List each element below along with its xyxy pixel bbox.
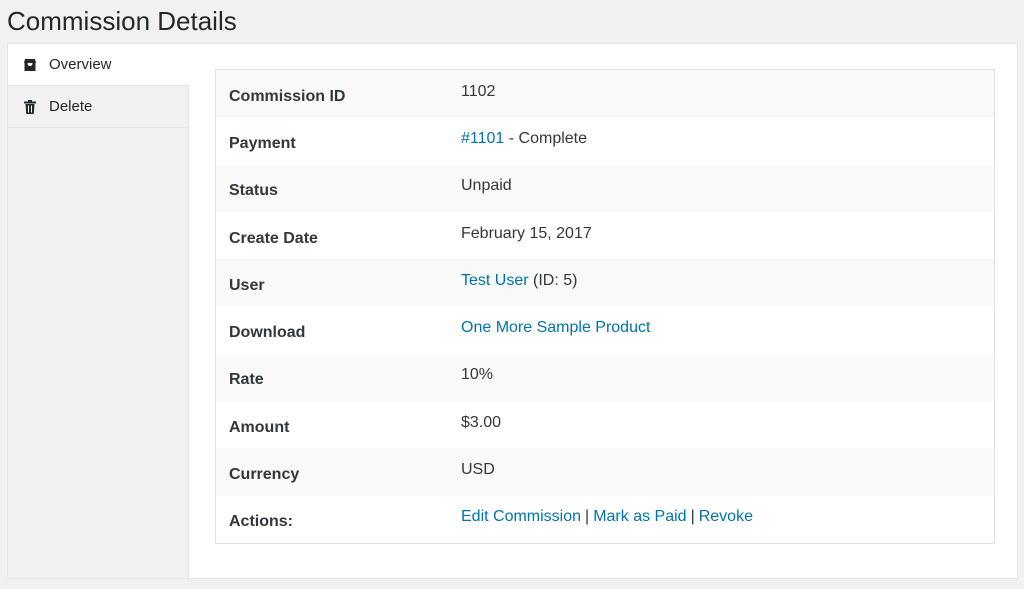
rate-value: 10% xyxy=(461,366,494,384)
revoke-link[interactable]: Revoke xyxy=(699,508,753,525)
trash-icon xyxy=(22,99,38,115)
amount-label: Amount xyxy=(229,418,290,436)
status-label: Status xyxy=(229,182,278,200)
payment-status: - Complete xyxy=(504,129,588,147)
create-date-value: February 15, 2017 xyxy=(461,224,592,242)
table-row: Download One More Sample Product xyxy=(216,306,994,353)
table-row: User Test User (ID: 5) xyxy=(216,259,994,307)
currency-value: USD xyxy=(461,461,495,479)
payment-link[interactable]: #1101 xyxy=(461,130,504,147)
sidebar: Overview Delete xyxy=(8,44,189,578)
table-row: Payment #1101 - Complete xyxy=(216,117,994,164)
currency-label: Currency xyxy=(229,466,300,484)
download-link[interactable]: One More Sample Product xyxy=(461,319,650,336)
commission-id-value: 1102 xyxy=(461,82,496,100)
status-value: Unpaid xyxy=(461,177,512,195)
table-row: Currency USD xyxy=(216,448,994,496)
actions-label: Actions: xyxy=(229,513,293,531)
download-value: One More Sample Product xyxy=(461,306,994,353)
download-label: Download xyxy=(229,324,306,342)
user-label: User xyxy=(229,276,265,294)
amount-value: $3.00 xyxy=(461,413,502,431)
action-separator: | xyxy=(690,508,695,526)
page-title: Commission Details xyxy=(7,6,237,36)
action-separator: | xyxy=(585,508,590,526)
commission-id-label: Commission ID xyxy=(229,87,346,105)
table-row: Status Unpaid xyxy=(216,164,994,212)
mark-as-paid-link[interactable]: Mark as Paid xyxy=(593,508,686,525)
table-row: Actions: Edit Commission | Mark as Paid | Re… xyxy=(216,496,994,543)
table-row: Rate 10% xyxy=(216,353,994,402)
commission-panel: Overview Delete Commission ID 1102 Payme… xyxy=(7,43,1018,579)
tab-overview[interactable]: Overview xyxy=(8,44,189,86)
rate-label: Rate xyxy=(229,371,264,389)
user-value: Test User (ID: 5) xyxy=(461,259,994,306)
table-row: Amount $3.00 xyxy=(216,401,994,448)
details-table: Commission ID 1102 Payment #1101 - Compl… xyxy=(216,70,994,543)
tab-overview-label: Overview xyxy=(49,56,112,73)
details-table-container: Commission ID 1102 Payment #1101 - Compl… xyxy=(215,69,995,544)
table-row: Commission ID 1102 xyxy=(216,70,994,118)
tab-delete-label: Delete xyxy=(49,98,93,115)
create-date-label: Create Date xyxy=(229,229,318,247)
actions-value: Edit Commission | Mark as Paid | Revoke xyxy=(461,496,994,543)
store-icon xyxy=(22,57,38,73)
tab-delete[interactable]: Delete xyxy=(8,86,188,128)
table-row: Create Date February 15, 2017 xyxy=(216,212,994,259)
payment-label: Payment xyxy=(229,134,296,152)
user-link[interactable]: Test User xyxy=(461,272,529,289)
payment-value: #1101 - Complete xyxy=(461,117,994,164)
user-id: (ID: 5) xyxy=(528,271,578,289)
edit-commission-link[interactable]: Edit Commission xyxy=(461,508,581,525)
